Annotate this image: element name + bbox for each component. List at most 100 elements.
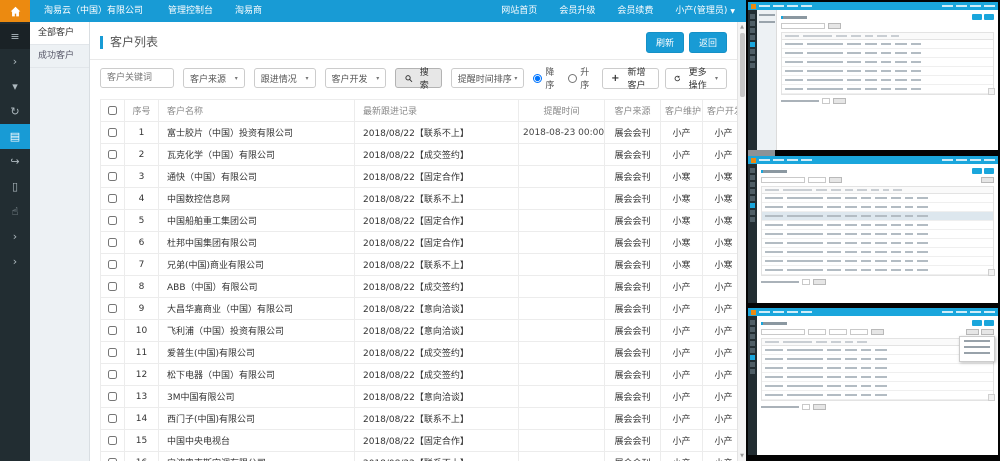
table-row: 15 中国中央电视台 2018/08/22【固定合作】 展会会刊 小产 小产 [101,430,738,452]
row-checkbox[interactable] [108,414,117,423]
row-checkbox[interactable] [108,194,117,203]
t-body [748,164,998,303]
nav-home-link[interactable]: 网站首页 [490,0,548,22]
t-line [759,21,775,23]
t-cell [891,260,901,262]
follow-up-record: 2018/08/22【意向洽谈】 [355,298,519,320]
chevron-right-icon-2[interactable]: › [0,224,30,249]
row-checkbox[interactable] [108,282,117,291]
refresh-button[interactable]: 刷新 [646,32,684,53]
vertical-scrollbar[interactable]: ▲ ▼ [737,22,746,461]
sort-field-select[interactable]: 提醒时间排序▾ [451,68,525,88]
table-row: 14 西门子(中国)有限公司 2018/08/22【联系不上】 展会会刊 小产 … [101,408,738,430]
menu-icon[interactable]: ≡ [0,24,30,49]
col-latest-record: 最新跟进记录 [355,100,519,122]
select-all-checkbox[interactable] [108,106,117,115]
t-body [748,316,998,455]
follow-up-record: 2018/08/22【联系不上】 [355,188,519,210]
sort-asc-radio[interactable] [568,74,577,83]
table-row: 16 宁波奥克斯空调有限公司 2018/08/22【联系不上】 展会会刊 小产 … [101,452,738,461]
nav-console[interactable]: 管理控制台 [157,0,224,22]
row-checkbox[interactable] [108,436,117,445]
sidebar-item-all-customers[interactable]: 全部客户 [30,22,89,45]
t-cell [845,206,857,208]
keyword-input[interactable] [100,68,174,88]
mini-nav-item [956,311,967,313]
preview-thumbnail-2[interactable] [748,156,998,303]
scrollbar-thumb[interactable] [740,33,745,97]
progress-select[interactable]: 跟进情况▾ [254,68,316,88]
scroll-down-icon[interactable]: ▼ [740,451,744,461]
customer-list-icon[interactable]: ▤ [0,124,30,149]
row-checkbox[interactable] [108,128,117,137]
t-cell [765,394,783,396]
t-cell [895,79,907,81]
customer-developer: 小寒 [703,210,738,232]
row-checkbox[interactable] [108,216,117,225]
t-cell [861,197,871,199]
t-cell [875,251,887,253]
row-checkbox[interactable] [108,304,117,313]
row-checkbox[interactable] [108,326,117,335]
row-checkbox[interactable] [108,172,117,181]
mini-dropdown-menu [959,336,995,362]
nav-user-menu[interactable]: 小产(管理员)▼ [664,0,746,23]
mini-scroll-corner [988,394,995,401]
mini-sidebar-icon [750,21,755,26]
sort-asc-option[interactable]: 升序 [568,65,593,91]
preview-thumbnail-3[interactable] [748,308,998,455]
sign-out-icon[interactable]: ↪ [0,149,30,174]
home-logo[interactable] [0,0,30,22]
mini-page-input [802,279,810,285]
develop-select[interactable]: 客户开发▾ [325,68,387,88]
customer-name: 瓦克化学（中国）有限公司 [159,144,355,166]
add-customer-button[interactable]: + 新增客户 [602,68,658,89]
row-checkbox[interactable] [108,150,117,159]
mini-search-input [761,177,805,183]
row-checkbox[interactable] [108,238,117,247]
thumbs-up-icon[interactable]: ☝ [0,199,30,224]
search-button[interactable]: 搜索 [395,68,441,88]
sidebar-item-success-customers[interactable]: 成功客户 [30,45,89,68]
history-icon[interactable]: ↻ [0,99,30,124]
row-seq: 2 [125,144,159,166]
trash-icon[interactable]: ▯ [0,174,30,199]
more-actions-button[interactable]: 更多操作 ▾ [665,68,727,89]
row-checkbox[interactable] [108,260,117,269]
mini-menu-item [964,346,990,348]
nav-shop[interactable]: 淘易商 [224,0,273,22]
t-cell [845,385,857,387]
source-select[interactable]: 客户来源▾ [183,68,245,88]
customer-name: 大昌华嘉商业（中国）有限公司 [159,298,355,320]
t-cell [861,260,871,262]
chevron-right-icon-3[interactable]: › [0,249,30,274]
row-checkbox[interactable] [108,348,117,357]
t-cell [905,197,913,199]
customer-source: 展会会刊 [605,210,661,232]
brand-title[interactable]: 淘易云（中国）有限公司 [30,0,157,22]
back-button[interactable]: 返回 [689,32,727,53]
sort-desc-option[interactable]: 降序 [533,65,558,91]
row-checkbox[interactable] [108,458,117,461]
nav-upgrade[interactable]: 会员升级 [548,0,606,22]
customer-keeper: 小产 [661,452,703,461]
t-cell [891,269,901,271]
chevron-down-icon[interactable]: ▾ [0,74,30,99]
t-headbtns [972,14,994,20]
customer-source: 展会会刊 [605,364,661,386]
remind-time [519,144,605,166]
mini-navbar [748,2,998,10]
nav-renew[interactable]: 会员续费 [606,0,664,22]
preview-thumbnail-1[interactable] [748,2,998,150]
t-nav-r [942,5,995,7]
mini-pagination [761,404,994,410]
scroll-up-icon[interactable]: ▲ [740,22,744,32]
chevron-right-icon[interactable]: › [0,49,30,74]
customer-keeper: 小产 [661,386,703,408]
t-cell [785,35,799,37]
t-cell [816,341,827,343]
sort-desc-radio[interactable] [533,74,542,83]
t-cell [891,242,901,244]
row-checkbox[interactable] [108,370,117,379]
row-checkbox[interactable] [108,392,117,401]
